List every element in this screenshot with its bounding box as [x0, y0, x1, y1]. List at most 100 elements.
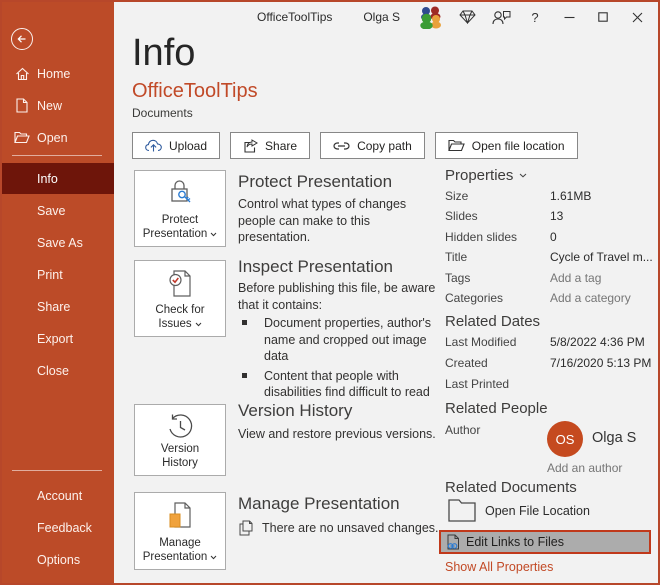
- property-row: Size 1.61MB: [445, 189, 592, 203]
- add-category-field[interactable]: Add a category: [550, 291, 631, 305]
- tile-label: Version History: [160, 443, 200, 469]
- upload-button[interactable]: Upload: [132, 132, 221, 159]
- sidebar-item-label: Export: [37, 331, 74, 346]
- document-location: Documents: [132, 106, 193, 120]
- link-icon: [333, 141, 350, 151]
- sidebar-item-label: Options: [37, 552, 81, 567]
- button-label: Open file location: [471, 138, 565, 153]
- section-heading: Manage Presentation: [238, 494, 400, 513]
- back-arrow-icon: [16, 33, 28, 45]
- add-author-field[interactable]: Add an author: [547, 461, 622, 475]
- property-row: Tags Add a tag: [445, 270, 602, 285]
- sidebar-item-label: Open: [37, 130, 68, 145]
- properties-heading[interactable]: Properties: [445, 167, 527, 184]
- open-file-location-button[interactable]: Open file location: [434, 132, 578, 159]
- sidebar-item-label: Close: [37, 363, 69, 378]
- created-value: 7/16/2020 5:13 PM: [550, 356, 652, 370]
- protect-presentation-button[interactable]: Protect Presentation: [134, 170, 226, 247]
- feedback-icon[interactable]: [484, 2, 518, 32]
- maximize-button[interactable]: [586, 2, 620, 32]
- edit-links-icon: [446, 534, 460, 550]
- minimize-button[interactable]: [552, 2, 586, 32]
- new-document-icon: [14, 98, 30, 113]
- last-modified-value: 5/8/2022 4:36 PM: [550, 335, 645, 349]
- chevron-down-icon: [210, 228, 217, 240]
- documents-icon: [239, 520, 253, 536]
- account-avatar[interactable]: [410, 2, 450, 32]
- close-button[interactable]: [620, 2, 654, 32]
- property-value-slides: 13: [550, 209, 564, 224]
- tile-label: Manage Presentation: [143, 536, 218, 564]
- chevron-down-icon: [210, 551, 217, 563]
- property-row: Hidden slides 0: [445, 229, 557, 244]
- version-history-button[interactable]: Version History: [134, 404, 226, 476]
- account-user-name[interactable]: Olga S: [363, 10, 400, 24]
- sidebar-item-account[interactable]: Account: [2, 480, 114, 511]
- sidebar-item-open[interactable]: Open: [2, 122, 114, 153]
- sidebar-item-feedback[interactable]: Feedback: [2, 512, 114, 543]
- sidebar-item-label: Home: [37, 66, 71, 81]
- bullet-icon: [242, 372, 247, 378]
- open-file-location-link[interactable]: Open File Location: [448, 499, 590, 522]
- properties-table: Size 1.61MB Slides 13 Hidden slides 0 Ti…: [445, 189, 655, 311]
- related-documents-heading: Related Documents: [445, 479, 577, 496]
- check-for-issues-button[interactable]: Check for Issues: [134, 260, 226, 337]
- manage-documents-icon: [167, 501, 193, 531]
- add-tag-field[interactable]: Add a tag: [550, 271, 601, 285]
- premium-diamond-icon[interactable]: [450, 2, 484, 32]
- show-all-properties-link[interactable]: Show All Properties: [445, 560, 553, 574]
- copy-path-button[interactable]: Copy path: [320, 132, 425, 159]
- button-label: Copy path: [357, 138, 412, 153]
- sidebar-item-home[interactable]: Home: [2, 58, 114, 89]
- unsaved-changes-status: There are no unsaved changes.: [239, 520, 439, 536]
- open-folder-icon: [447, 139, 465, 152]
- section-description: Control what types of changes people can…: [238, 197, 407, 244]
- sidebar-item-label: Save: [37, 203, 66, 218]
- open-folder-icon: [14, 131, 30, 144]
- section-heading: Version History: [238, 401, 353, 420]
- property-value-title[interactable]: Cycle of Travel m...: [550, 250, 653, 264]
- help-button[interactable]: ?: [518, 2, 552, 32]
- author-name[interactable]: Olga S: [592, 430, 636, 446]
- lock-key-icon: [166, 179, 194, 209]
- author-avatar[interactable]: OS: [547, 421, 583, 457]
- sidebar-item-share[interactable]: Share: [2, 291, 114, 322]
- document-toolbar: Upload Share Copy path Open file locatio…: [132, 132, 578, 159]
- share-icon: [243, 138, 259, 153]
- date-row: Last Modified 5/8/2022 4:36 PM: [445, 335, 645, 349]
- backstage-sidebar: Home New Open Info Save Save As Print Sh…: [2, 2, 114, 583]
- manage-presentation-button[interactable]: Manage Presentation: [134, 492, 226, 570]
- sidebar-item-save-as[interactable]: Save As: [2, 227, 114, 258]
- sidebar-item-new[interactable]: New: [2, 90, 114, 121]
- back-button[interactable]: [11, 28, 33, 50]
- date-row: Last Printed: [445, 377, 510, 391]
- inspect-document-icon: [167, 269, 193, 299]
- sidebar-item-export[interactable]: Export: [2, 323, 114, 354]
- sidebar-item-info[interactable]: Info: [2, 163, 114, 194]
- sidebar-divider: [12, 470, 102, 471]
- related-dates-heading: Related Dates: [445, 313, 541, 330]
- document-title: OfficeToolTips: [132, 80, 258, 102]
- share-button[interactable]: Share: [230, 132, 311, 159]
- sidebar-item-close[interactable]: Close: [2, 355, 114, 386]
- section-description: View and restore previous versions.: [238, 427, 436, 441]
- list-item: Document properties, author's name and c…: [242, 315, 438, 365]
- property-row: Categories Add a category: [445, 290, 631, 305]
- sidebar-item-label: Print: [37, 267, 63, 282]
- sidebar-item-options[interactable]: Options: [2, 544, 114, 575]
- property-value-size: 1.61MB: [550, 189, 592, 203]
- edit-links-to-files-button[interactable]: Edit Links to Files: [439, 530, 651, 554]
- sidebar-item-print[interactable]: Print: [2, 259, 114, 290]
- sidebar-item-label: Feedback: [37, 520, 92, 535]
- section-description: Before publishing this file, be aware th…: [238, 281, 436, 312]
- powerpoint-backstage-window: Home New Open Info Save Save As Print Sh…: [0, 0, 660, 585]
- list-item: Content that people with disabilities fi…: [242, 368, 438, 401]
- property-value-hidden-slides: 0: [550, 229, 557, 244]
- titlebar: OfficeToolTips Olga S ?: [114, 2, 658, 32]
- sidebar-item-label: New: [37, 98, 63, 113]
- sidebar-item-save[interactable]: Save: [2, 195, 114, 226]
- chevron-down-icon: [519, 173, 527, 178]
- tile-label: Check for Issues: [155, 304, 205, 330]
- inspect-issues-list: Document properties, author's name and c…: [242, 315, 438, 404]
- sidebar-item-label: Save As: [37, 235, 83, 250]
